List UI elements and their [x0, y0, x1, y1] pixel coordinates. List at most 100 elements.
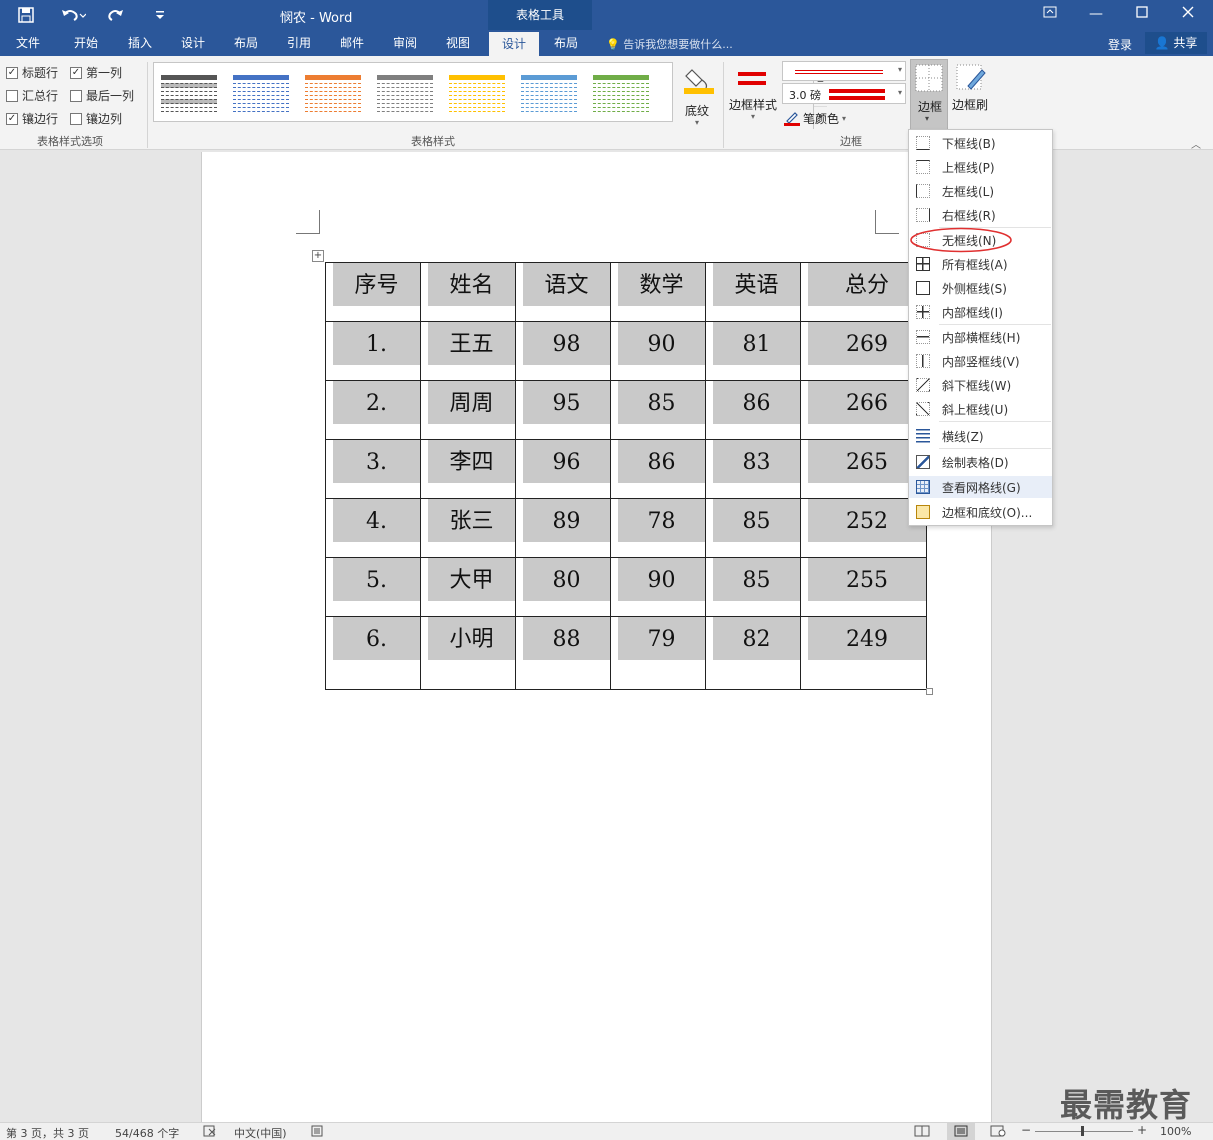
table-cell[interactable]: 4. — [325, 498, 421, 558]
table-cell[interactable]: 序号 — [325, 262, 421, 322]
menu-item-bottom-border[interactable]: 下框线(B) — [909, 132, 1052, 154]
table-cell[interactable]: 周周 — [420, 380, 516, 440]
table-cell[interactable]: 大甲 — [420, 557, 516, 617]
zoom-out-button[interactable]: − — [1021, 1123, 1031, 1137]
score-table[interactable]: 序号 姓名 语文 数学 英语 总分 1. 王五 98 90 81 269 2. … — [325, 262, 927, 690]
share-button[interactable]: 👤 共享 — [1145, 32, 1207, 54]
table-style-4[interactable] — [377, 75, 433, 113]
header-row-checkbox[interactable]: ✓ 标题行 — [6, 64, 58, 81]
tab-view[interactable]: 视图 — [434, 30, 482, 56]
tab-table-design[interactable]: 设计 — [489, 32, 539, 56]
table-cell[interactable]: 82 — [705, 616, 801, 690]
table-style-7[interactable] — [593, 75, 649, 113]
table-cell[interactable]: 数学 — [610, 262, 706, 322]
table-cell[interactable]: 86 — [705, 380, 801, 440]
zoom-level[interactable]: 100% — [1160, 1125, 1191, 1138]
borders-button[interactable]: 边框 ▾ — [910, 59, 948, 131]
collapse-ribbon-icon[interactable]: ︿ — [1191, 136, 1201, 151]
table-cell[interactable]: 姓名 — [420, 262, 516, 322]
maximize-button[interactable] — [1119, 0, 1165, 30]
tell-me-box[interactable]: 💡 告诉我您想要做什么... — [606, 36, 733, 52]
menu-item-horizontal-line[interactable]: 横线(Z) — [909, 425, 1052, 447]
menu-item-outside-borders[interactable]: 外侧框线(S) — [909, 277, 1052, 299]
customize-qat-icon[interactable] — [150, 4, 170, 26]
table-cell[interactable]: 78 — [610, 498, 706, 558]
login-link[interactable]: 登录 — [1108, 36, 1132, 53]
table-cell[interactable]: 89 — [515, 498, 611, 558]
table-cell[interactable]: 95 — [515, 380, 611, 440]
tab-layout[interactable]: 布局 — [222, 30, 270, 56]
tab-references[interactable]: 引用 — [275, 30, 323, 56]
page-count[interactable]: 第 3 页，共 3 页 — [6, 1125, 89, 1140]
line-style-dropdown[interactable]: ▾ — [782, 61, 906, 81]
table-move-handle[interactable]: + — [312, 250, 324, 262]
tab-home[interactable]: 开始 — [62, 30, 110, 56]
menu-item-left-border[interactable]: 左框线(L) — [909, 180, 1052, 202]
table-cell[interactable]: 王五 — [420, 321, 516, 381]
tab-table-layout[interactable]: 布局 — [542, 30, 590, 56]
menu-item-borders-and-shading[interactable]: 边框和底纹(O)... — [909, 501, 1052, 523]
table-cell[interactable]: 英语 — [705, 262, 801, 322]
table-cell[interactable]: 79 — [610, 616, 706, 690]
table-cell[interactable]: 255 — [800, 557, 927, 617]
table-cell[interactable]: 86 — [610, 439, 706, 499]
table-cell[interactable]: 5. — [325, 557, 421, 617]
table-style-5[interactable] — [449, 75, 505, 113]
table-style-1[interactable] — [161, 75, 217, 113]
pen-weight-dropdown[interactable]: 3.0 磅 ▾ — [782, 83, 906, 104]
table-cell[interactable]: 90 — [610, 557, 706, 617]
border-painter-button[interactable]: 边框刷 — [952, 62, 994, 122]
menu-item-inside-horizontal-border[interactable]: 内部横框线(H) — [909, 326, 1052, 348]
close-button[interactable] — [1165, 0, 1211, 30]
table-cell[interactable]: 6. — [325, 616, 421, 690]
zoom-slider-thumb[interactable] — [1081, 1126, 1084, 1136]
table-style-3[interactable] — [305, 75, 361, 113]
border-styles-button[interactable]: 边框样式 ▾ — [728, 66, 778, 126]
table-cell[interactable]: 1. — [325, 321, 421, 381]
table-cell[interactable]: 96 — [515, 439, 611, 499]
table-cell[interactable]: 81 — [705, 321, 801, 381]
tab-file[interactable]: 文件 — [4, 30, 52, 56]
read-mode-icon[interactable] — [914, 1125, 930, 1140]
zoom-slider[interactable] — [1035, 1126, 1133, 1136]
word-count[interactable]: 54/468 个字 — [115, 1125, 179, 1140]
undo-icon[interactable] — [56, 4, 90, 26]
table-cell[interactable]: 小明 — [420, 616, 516, 690]
table-cell[interactable]: 83 — [705, 439, 801, 499]
proofing-icon[interactable] — [203, 1125, 217, 1140]
table-cell[interactable]: 90 — [610, 321, 706, 381]
menu-item-draw-table[interactable]: 绘制表格(D) — [909, 451, 1052, 473]
tab-review[interactable]: 审阅 — [381, 30, 429, 56]
table-cell[interactable]: 80 — [515, 557, 611, 617]
table-cell[interactable]: 249 — [800, 616, 927, 690]
save-icon[interactable] — [14, 4, 38, 26]
table-cell[interactable]: 98 — [515, 321, 611, 381]
menu-item-all-borders[interactable]: 所有框线(A) — [909, 253, 1052, 275]
table-cell[interactable]: 张三 — [420, 498, 516, 558]
table-style-2[interactable] — [233, 75, 289, 113]
table-cell[interactable]: 语文 — [515, 262, 611, 322]
macro-icon[interactable] — [311, 1125, 323, 1140]
table-cell[interactable]: 李四 — [420, 439, 516, 499]
ribbon-display-options-icon[interactable] — [1027, 0, 1073, 30]
print-layout-icon[interactable] — [947, 1123, 975, 1140]
redo-icon[interactable] — [104, 4, 128, 26]
shading-button[interactable]: 底纹 ▾ — [681, 62, 717, 127]
table-cell[interactable]: 88 — [515, 616, 611, 690]
pen-color-button[interactable]: 笔颜色 ▾ — [784, 109, 846, 127]
web-layout-icon[interactable] — [990, 1125, 1006, 1140]
banded-rows-checkbox[interactable]: ✓ 镶边行 — [6, 110, 58, 127]
menu-item-diagonal-up-border[interactable]: 斜上框线(U) — [909, 398, 1052, 420]
menu-item-top-border[interactable]: 上框线(P) — [909, 156, 1052, 178]
first-column-checkbox[interactable]: ✓ 第一列 — [70, 64, 122, 81]
table-cell[interactable]: 85 — [705, 498, 801, 558]
table-cell[interactable]: 2. — [325, 380, 421, 440]
menu-item-inside-vertical-border[interactable]: 内部竖框线(V) — [909, 350, 1052, 372]
minimize-button[interactable]: — — [1073, 0, 1119, 30]
banded-columns-checkbox[interactable]: 镶边列 — [70, 110, 122, 127]
table-cell[interactable]: 85 — [705, 557, 801, 617]
tab-design[interactable]: 设计 — [169, 30, 217, 56]
menu-item-right-border[interactable]: 右框线(R) — [909, 204, 1052, 226]
last-column-checkbox[interactable]: 最后一列 — [70, 87, 134, 104]
language-indicator[interactable]: 中文(中国) — [234, 1125, 287, 1140]
